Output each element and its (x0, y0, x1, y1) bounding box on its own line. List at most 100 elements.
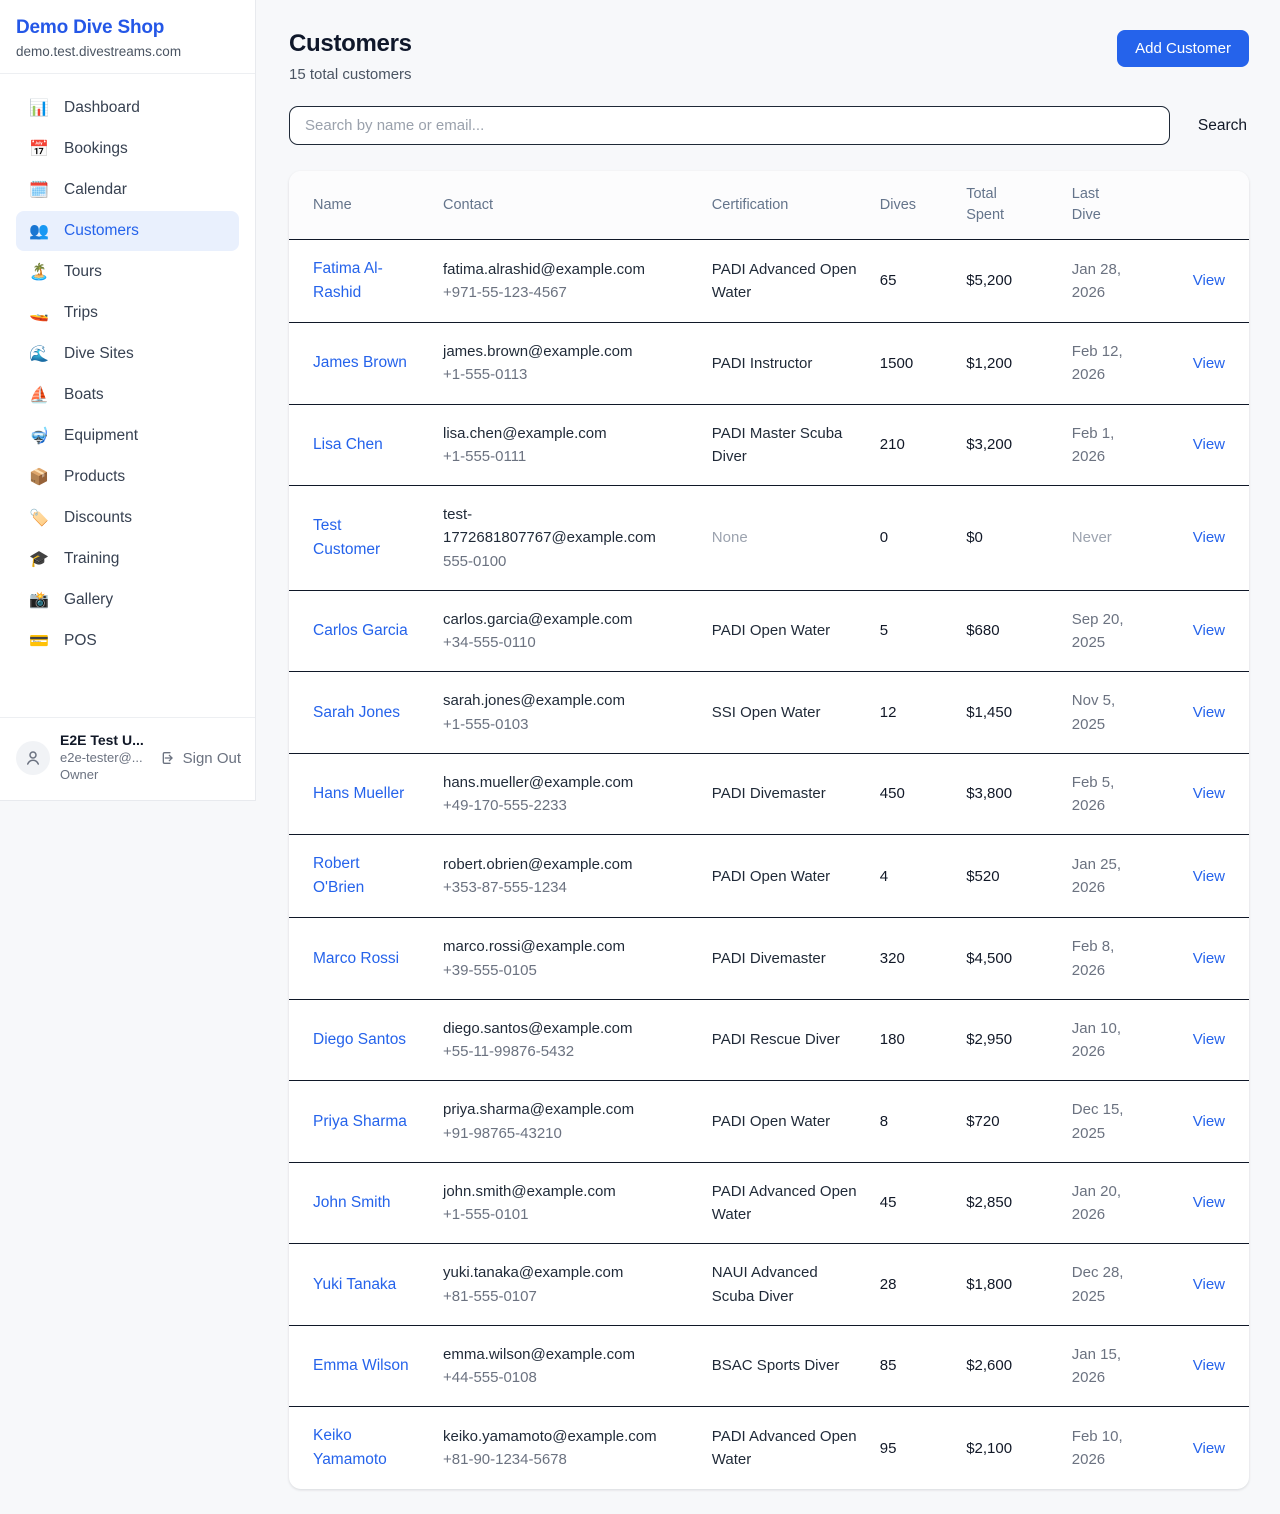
sidebar-item-customers[interactable]: 👥Customers (16, 211, 239, 251)
search-input[interactable] (289, 106, 1170, 145)
view-customer-link[interactable]: View (1193, 785, 1225, 802)
customer-email: lisa.chen@example.com (443, 422, 661, 445)
col-header-certification: Certification (702, 171, 870, 240)
bookings-icon: 📅 (29, 139, 49, 159)
view-customer-link[interactable]: View (1193, 950, 1225, 967)
customer-email: hans.mueller@example.com (443, 771, 661, 794)
view-customer-link[interactable]: View (1193, 1276, 1225, 1293)
customer-email: john.smith@example.com (443, 1180, 661, 1203)
sidebar-item-training[interactable]: 🎓Training (16, 539, 239, 579)
customer-phone: +34-555-0110 (443, 631, 692, 654)
sidebar-item-label: Bookings (64, 140, 128, 158)
tours-icon: 🏝️ (29, 262, 49, 282)
customer-certification: NAUI Advanced Scuba Diver (712, 1261, 860, 1308)
customer-name-link[interactable]: Hans Mueller (313, 782, 404, 806)
customer-email: james.brown@example.com (443, 340, 661, 363)
customer-total-spent: $2,850 (966, 1194, 1012, 1211)
products-icon: 📦 (29, 467, 49, 487)
customer-dives: 210 (880, 436, 905, 453)
view-customer-link[interactable]: View (1193, 1194, 1225, 1211)
dashboard-icon: 📊 (29, 98, 49, 118)
customer-dives: 180 (880, 1031, 905, 1048)
table-header-row: Name Contact Certification Dives Total S… (289, 171, 1249, 240)
customers-table-card: Name Contact Certification Dives Total S… (289, 171, 1249, 1489)
customer-certification: PADI Open Water (712, 1110, 830, 1133)
sidebar-item-dive-sites[interactable]: 🌊Dive Sites (16, 334, 239, 374)
sidebar-item-tours[interactable]: 🏝️Tours (16, 252, 239, 292)
view-customer-link[interactable]: View (1193, 1113, 1225, 1130)
customer-total-spent: $1,450 (966, 704, 1012, 721)
sidebar-item-trips[interactable]: 🚤Trips (16, 293, 239, 333)
customer-name-link[interactable]: Robert O'Brien (313, 852, 409, 900)
page-header-text: Customers 15 total customers (289, 30, 412, 83)
customer-certification: PADI Master Scuba Diver (712, 422, 860, 469)
boats-icon: ⛵ (29, 385, 49, 405)
customer-name-link[interactable]: Emma Wilson (313, 1354, 409, 1378)
person-icon (24, 749, 42, 767)
customer-dives: 0 (880, 529, 888, 546)
col-header-total-spent: Total Spent (956, 171, 1062, 240)
customer-certification: PADI Advanced Open Water (712, 258, 860, 305)
search-button[interactable]: Search (1196, 113, 1249, 139)
customer-name-link[interactable]: Fatima Al-Rashid (313, 257, 409, 305)
view-customer-link[interactable]: View (1193, 1031, 1225, 1048)
customer-name-link[interactable]: Yuki Tanaka (313, 1273, 396, 1297)
sidebar-item-products[interactable]: 📦Products (16, 457, 239, 497)
customer-email: priya.sharma@example.com (443, 1098, 661, 1121)
view-customer-link[interactable]: View (1193, 1357, 1225, 1374)
customer-certification: PADI Advanced Open Water (712, 1425, 860, 1472)
sidebar-item-label: Boats (64, 386, 104, 404)
customer-name-link[interactable]: Sarah Jones (313, 701, 400, 725)
customer-phone: +91-98765-43210 (443, 1122, 692, 1145)
view-customer-link[interactable]: View (1193, 704, 1225, 721)
customer-total-spent: $1,800 (966, 1276, 1012, 1293)
customer-name-link[interactable]: John Smith (313, 1191, 391, 1215)
customer-certification: PADI Advanced Open Water (712, 1180, 860, 1227)
view-customer-link[interactable]: View (1193, 355, 1225, 372)
customer-name-link[interactable]: Marco Rossi (313, 947, 399, 971)
sidebar-item-equipment[interactable]: 🤿Equipment (16, 416, 239, 456)
customer-total-spent: $680 (966, 622, 999, 639)
customer-total-spent: $2,100 (966, 1440, 1012, 1457)
customer-last-dive: Sep 20, 2025 (1072, 608, 1142, 655)
sidebar-item-gallery[interactable]: 📸 Gallery (16, 580, 239, 620)
customer-name-link[interactable]: Carlos Garcia (313, 619, 408, 643)
view-customer-link[interactable]: View (1193, 1440, 1225, 1457)
table-row: Test Customer test-1772681807767@example.… (289, 486, 1249, 591)
sidebar-item-calendar[interactable]: 🗓️Calendar (16, 170, 239, 210)
customer-name-link[interactable]: Priya Sharma (313, 1110, 407, 1134)
sidebar-item-pos[interactable]: 💳POS (16, 621, 239, 661)
sidebar-item-boats[interactable]: ⛵ Boats (16, 375, 239, 415)
table-row: Lisa Chenlisa.chen@example.com+1-555-011… (289, 404, 1249, 486)
customers-table: Name Contact Certification Dives Total S… (289, 171, 1249, 1489)
view-customer-link[interactable]: View (1193, 436, 1225, 453)
view-customer-link[interactable]: View (1193, 529, 1225, 546)
customer-name-link[interactable]: Diego Santos (313, 1028, 406, 1052)
sidebar-item-dashboard[interactable]: 📊Dashboard (16, 88, 239, 128)
sidebar-item-label: Gallery (64, 591, 113, 609)
customer-name-link[interactable]: Lisa Chen (313, 433, 383, 457)
view-customer-link[interactable]: View (1193, 622, 1225, 639)
sidebar-header: Demo Dive Shop demo.test.divestreams.com (0, 0, 255, 74)
add-customer-button[interactable]: Add Customer (1117, 30, 1249, 67)
view-customer-link[interactable]: View (1193, 272, 1225, 289)
table-row: Keiko Yamamotokeiko.yamamoto@example.com… (289, 1407, 1249, 1490)
table-row: Marco Rossimarco.rossi@example.com+39-55… (289, 918, 1249, 1000)
customer-name-link[interactable]: James Brown (313, 351, 407, 375)
customer-phone: +49-170-555-2233 (443, 794, 692, 817)
sign-out-button[interactable]: Sign Out (160, 750, 241, 767)
table-row: James Brownjames.brown@example.com+1-555… (289, 323, 1249, 405)
sidebar-item-bookings[interactable]: 📅 Bookings (16, 129, 239, 169)
sidebar-item-discounts[interactable]: 🏷️Discounts (16, 498, 239, 538)
table-row: Hans Mueller hans.mueller@example.com+49-… (289, 753, 1249, 835)
customer-total-spent: $3,800 (966, 785, 1012, 802)
customer-phone: +81-555-0107 (443, 1285, 692, 1308)
customer-name-link[interactable]: Test Customer (313, 514, 409, 562)
customer-email: emma.wilson@example.com (443, 1343, 661, 1366)
view-customer-link[interactable]: View (1193, 868, 1225, 885)
gallery-icon: 📸 (29, 590, 49, 610)
customer-dives: 12 (880, 704, 897, 721)
customer-email: test-1772681807767@example.com (443, 503, 661, 550)
training-icon: 🎓 (29, 549, 49, 569)
customer-name-link[interactable]: Keiko Yamamoto (313, 1424, 409, 1472)
